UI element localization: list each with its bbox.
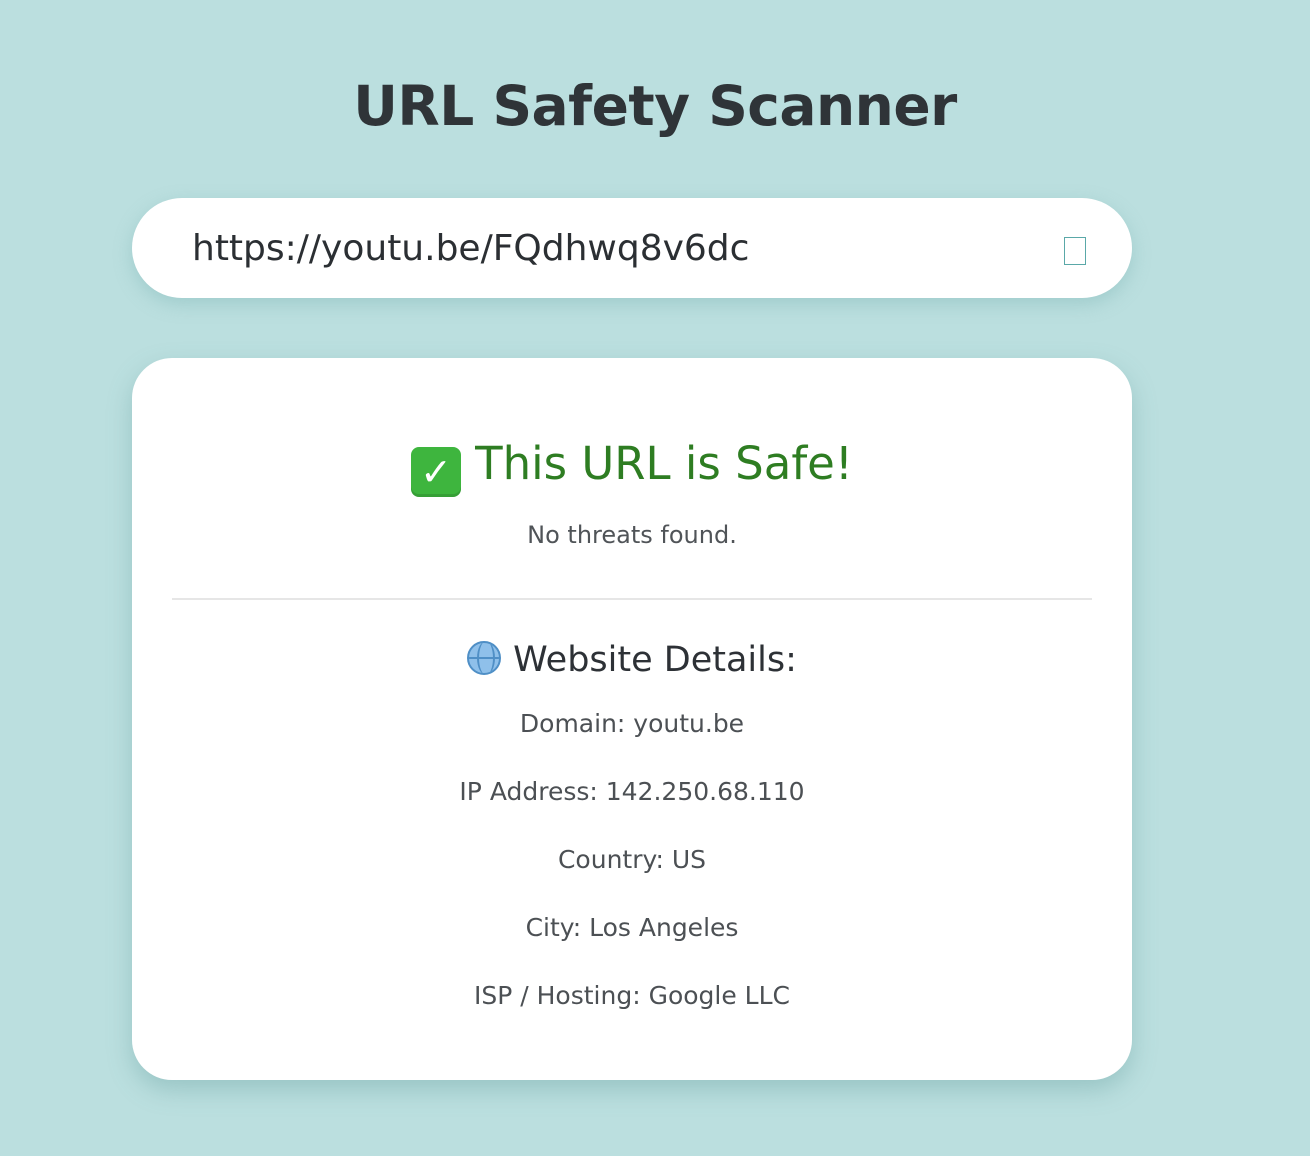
detail-domain: Domain: youtu.be [519, 709, 745, 738]
detail-isp-hosting: ISP / Hosting: Google LLC [473, 981, 790, 1010]
scan-button[interactable] [1064, 237, 1086, 265]
url-search-bar [132, 198, 1132, 298]
details-heading: Website Details: [132, 632, 1132, 688]
detail-ip-address: IP Address: 142.250.68.110 [459, 777, 805, 806]
detail-country: Country: US [557, 845, 707, 874]
globe-icon [467, 641, 502, 675]
status-title: This URL is Safe! [475, 437, 853, 490]
status-heading: ✓ This URL is Safe! [132, 430, 1132, 498]
check-mark-icon: ✓ [411, 447, 462, 497]
detail-city: City: Los Angeles [525, 913, 739, 942]
page-title: URL Safety Scanner [353, 74, 957, 138]
url-input[interactable] [192, 198, 1032, 298]
status-subtitle: No threats found. [527, 521, 737, 549]
divider [172, 598, 1092, 600]
details-heading-label: Website Details: [513, 640, 797, 680]
